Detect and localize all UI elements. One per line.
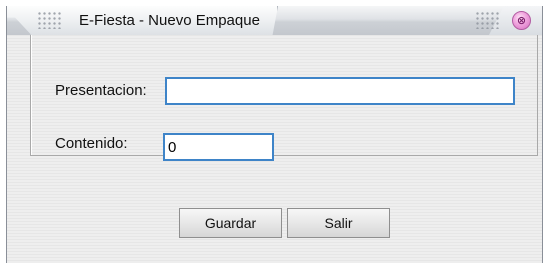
salir-button[interactable]: Salir [287,208,390,238]
guardar-button[interactable]: Guardar [179,208,282,238]
contenido-input[interactable] [163,133,274,161]
title-bar[interactable]: E-Fiesta - Nuevo Empaque ⊗ [7,6,542,35]
grip-dots-icon [37,11,63,29]
contenido-label: Contenido: [55,135,128,152]
window-title: E-Fiesta - Nuevo Empaque [79,12,260,29]
grip-dots-icon [475,11,501,29]
close-icon[interactable]: ⊗ [512,11,531,30]
presentacion-input[interactable] [165,77,515,105]
presentacion-label: Presentacion: [55,82,147,99]
